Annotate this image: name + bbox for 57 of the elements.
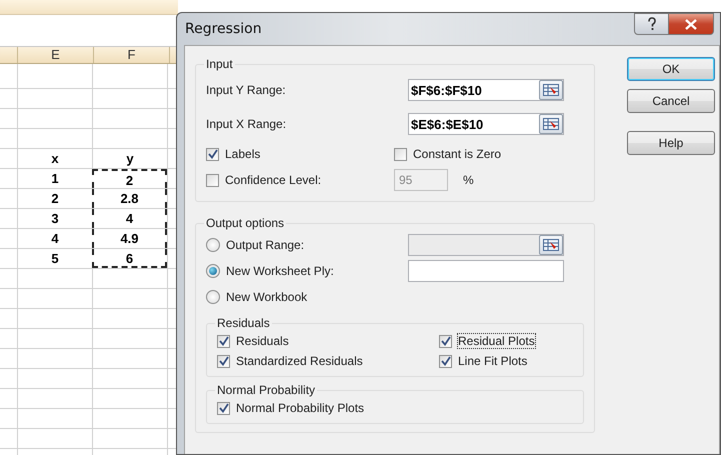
range-select-icon: [543, 239, 559, 251]
checkbox-label: Residuals: [236, 334, 289, 348]
table-cell: 6: [92, 249, 167, 268]
output-field[interactable]: [408, 260, 564, 282]
radio-button[interactable]: [206, 264, 220, 278]
field-label: Input X Range:: [206, 117, 288, 131]
column-header[interactable]: E: [17, 47, 93, 63]
dialog-button[interactable]: Cancel: [627, 89, 715, 113]
table-cell: 4: [17, 229, 92, 248]
help-button[interactable]: [634, 13, 669, 35]
radio-button[interactable]: [206, 290, 220, 304]
range-picker-button[interactable]: [539, 80, 563, 100]
checkbox-label: Constant is Zero: [413, 147, 502, 161]
checkbox-label: Standardized Residuals: [236, 354, 363, 368]
checkbox[interactable]: [206, 148, 219, 160]
group-label: Output options: [205, 216, 286, 230]
table-cell: 4: [92, 209, 167, 228]
radio-label: Output Range:: [226, 238, 304, 252]
table-cell: 1: [17, 169, 92, 188]
range-select-icon: [543, 84, 559, 96]
table-cell: y: [92, 149, 167, 168]
field-label: Input Y Range:: [206, 83, 287, 97]
checkbox-label: Residual Plots: [458, 334, 535, 348]
range-picker-button[interactable]: [539, 114, 563, 134]
checkbox-label: Confidence Level:: [225, 173, 322, 187]
group-label: Normal Probability: [216, 383, 316, 397]
window-title: Regression: [185, 21, 263, 37]
checkbox[interactable]: [217, 402, 230, 414]
radio-label: New Worksheet Ply:: [226, 264, 334, 278]
table-cell: x: [17, 149, 92, 168]
checkbox-label: Normal Probability Plots: [236, 401, 364, 415]
checkbox-label: Labels: [225, 147, 260, 161]
table-cell: 5: [17, 249, 92, 268]
table-cell: 2: [92, 169, 167, 188]
range-picker-button[interactable]: [539, 235, 563, 255]
radio-label: New Workbook: [226, 290, 308, 304]
radio-button[interactable]: [206, 238, 220, 252]
dialog-button[interactable]: Help: [627, 131, 715, 155]
checkbox[interactable]: [394, 148, 407, 160]
close-button[interactable]: [669, 13, 714, 35]
checkbox[interactable]: [217, 334, 230, 348]
table-cell: 4.9: [92, 229, 167, 248]
group-label: Residuals: [216, 316, 271, 330]
checkbox-label: Line Fit Plots: [458, 354, 528, 368]
table-cell: 3: [17, 209, 92, 228]
column-header[interactable]: F: [93, 47, 169, 63]
checkbox[interactable]: [439, 354, 452, 368]
checkbox[interactable]: [217, 354, 230, 368]
table-cell: 2.8: [92, 189, 167, 208]
dialog-button[interactable]: OK: [627, 57, 715, 81]
checkbox[interactable]: [439, 334, 452, 348]
close-icon: [685, 18, 697, 30]
question-mark-icon: [646, 17, 656, 31]
unit-label: %: [463, 173, 474, 187]
group-label: Input: [205, 57, 234, 71]
table-cell: 2: [17, 189, 92, 208]
range-select-icon: [543, 118, 559, 130]
